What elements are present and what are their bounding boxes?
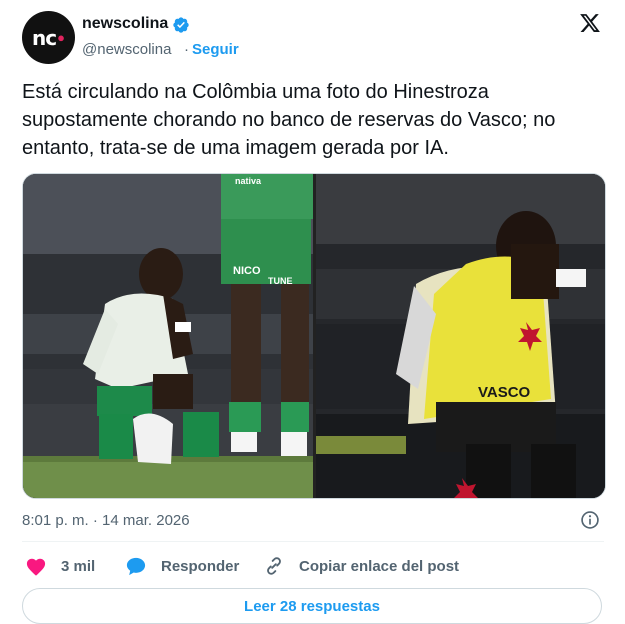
right-bib-text: VASCO <box>478 384 531 401</box>
photo-right[interactable]: VASCO <box>316 174 605 498</box>
like-count: 3 mil <box>61 557 96 575</box>
handle-separator: · <box>184 41 189 58</box>
read-replies-button[interactable]: Leer 28 respuestas <box>22 588 602 624</box>
reply-bubble-icon <box>126 557 146 576</box>
heart-icon <box>26 558 46 576</box>
divider <box>22 541 604 542</box>
follow-button[interactable]: Seguir <box>192 41 239 58</box>
x-logo-icon[interactable] <box>578 12 602 34</box>
left-sponsor-text: TUNE <box>268 276 293 286</box>
info-icon[interactable] <box>580 510 600 530</box>
left-jersey-text: NICO <box>233 265 261 277</box>
left-banner-text: nativa <box>235 176 262 186</box>
avatar-logo-dot-icon: ● <box>57 30 65 45</box>
verified-badge-icon <box>173 17 189 33</box>
tweet-media[interactable]: NICO TUNE nativa VASCO <box>22 173 606 499</box>
copy-link-label: Copiar enlace del post <box>299 557 460 575</box>
photo-right-illustration: VASCO <box>316 174 605 498</box>
copy-link-button[interactable]: Copiar enlace del post <box>263 555 459 577</box>
display-name[interactable]: newscolina <box>82 15 168 33</box>
photo-left-illustration: NICO TUNE nativa <box>23 174 313 498</box>
tweet-text: Está circulando na Colômbia uma foto do … <box>22 81 556 159</box>
tweet-timestamp[interactable]: 8:01 p. m. · 14 mar. 2026 <box>22 512 190 529</box>
avatar-logo-text: nc <box>32 25 57 50</box>
reply-label: Responder <box>161 557 240 575</box>
link-icon <box>267 557 281 575</box>
reply-button[interactable]: Responder <box>125 555 239 577</box>
avatar[interactable]: nc ● <box>22 11 75 64</box>
photo-left[interactable]: NICO TUNE nativa <box>23 174 313 498</box>
like-button[interactable]: 3 mil <box>25 555 95 577</box>
user-handle[interactable]: @newscolina <box>82 41 171 58</box>
